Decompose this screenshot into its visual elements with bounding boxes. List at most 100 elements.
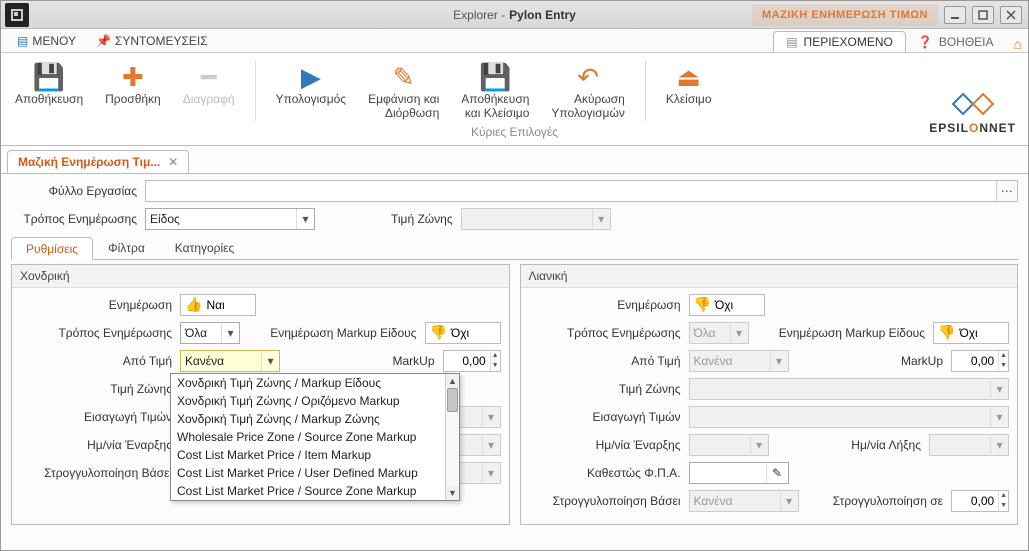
close-button[interactable] xyxy=(1000,6,1022,24)
w-update-field[interactable]: 👍 Ναι xyxy=(180,294,256,316)
w-from-price-dropdown[interactable]: Χονδρική Τιμή Ζώνης / Markup Είδους Χονδ… xyxy=(170,373,460,501)
r-start-date-combo: ▾ xyxy=(689,434,769,456)
w-markup-species-field[interactable]: 👎 Όχι xyxy=(425,322,501,344)
chevron-down-icon: ▾ xyxy=(990,407,1008,427)
dropdown-item[interactable]: Χονδρική Τιμή Ζώνης / Markup Είδους xyxy=(171,374,445,392)
dropdown-item[interactable]: Χονδρική Τιμή Ζώνης / Markup Ζώνης xyxy=(171,410,445,428)
minus-icon: ━ xyxy=(201,61,217,93)
headline-link[interactable]: ΜΑΖΙΚΗ ΕΝΗΜΕΡΩΣΗ ΤΙΜΩΝ xyxy=(752,4,938,26)
chevron-down-icon: ▾ xyxy=(482,463,500,483)
r-zone-price-label: Τιμή Ζώνης xyxy=(529,382,681,396)
pin-icon: 📌 xyxy=(96,34,111,48)
ribbon-add[interactable]: ✚ Προσθήκη xyxy=(99,59,167,123)
ribbon-group-label: Κύριες Επιλογές xyxy=(9,123,1020,143)
r-update-mode-combo: Όλα ▾ xyxy=(689,322,749,344)
r-rounding-to-field[interactable]: ▲▼ xyxy=(951,490,1009,512)
dropdown-item[interactable]: Cost List Market Price / Source Zone Mar… xyxy=(171,482,445,500)
chevron-down-icon[interactable]: ▾ xyxy=(296,209,314,229)
w-from-price-combo[interactable]: Κανένα ▾ xyxy=(180,350,280,372)
worksheet-label: Φύλλο Εργασίας xyxy=(11,184,137,198)
r-markup-species-label: Ενημέρωση Markup Είδους xyxy=(779,326,925,340)
pencil-icon: ✎ xyxy=(393,61,415,93)
update-mode-combo[interactable]: Είδος ▾ xyxy=(145,208,315,230)
thumb-down-icon: 👎 xyxy=(938,324,955,341)
w-markup-field[interactable]: ▲▼ xyxy=(443,350,501,372)
ribbon-cancel-calc[interactable]: ↶ Ακύρωση Υπολογισμών xyxy=(545,59,630,123)
r-import-prices-combo: ▾ xyxy=(689,406,1010,428)
chevron-down-icon: ▾ xyxy=(770,351,788,371)
ribbon-save-close[interactable]: 💾 Αποθήκευση και Κλείσιμο xyxy=(455,59,535,123)
edit-icon[interactable]: ✎ xyxy=(766,463,788,483)
menu-shortcuts[interactable]: 📌 ΣΥΝΤΟΜΕΥΣΕΙΣ xyxy=(86,29,218,52)
panel-wholesale: Χονδρική Ενημέρωση 👍 Ναι Τρόπος Ενημέρωσ… xyxy=(11,264,510,525)
r-rounding-base-label: Στρογγυλοποίηση Βάσει xyxy=(529,494,681,508)
r-end-date-label: Ημ/νία Λήξης xyxy=(851,438,921,452)
w-import-prices-label: Εισαγωγή Τιμών xyxy=(20,410,172,424)
dropdown-item[interactable]: Cost List Market Price / Item Markup xyxy=(171,446,445,464)
ribbon-show-fix[interactable]: ✎ Εμφάνιση και Διόρθωση xyxy=(362,59,445,123)
spin-up-icon[interactable]: ▲ xyxy=(491,351,500,361)
w-rounding-base-label: Στρογγυλοποίηση Βάσει xyxy=(20,466,172,480)
scroll-down-icon[interactable]: ▼ xyxy=(446,486,459,500)
zone-price-combo: ▾ xyxy=(461,208,611,230)
doc-tab-active[interactable]: Μαζική Ενημέρωση Τιμ... ✕ xyxy=(7,150,189,173)
r-update-mode-label: Τρόπος Ενημέρωσης xyxy=(529,326,681,340)
chevron-down-icon[interactable]: ▾ xyxy=(261,351,279,371)
ribbon-save[interactable]: 💾 Αποθήκευση xyxy=(9,59,89,123)
window: Explorer - Pylon Entry ΜΑΖΙΚΗ ΕΝΗΜΕΡΩΣΗ … xyxy=(0,0,1029,551)
r-from-price-combo: Κανένα ▾ xyxy=(689,350,789,372)
chevron-down-icon: ▾ xyxy=(780,491,798,511)
w-markup-input[interactable] xyxy=(444,354,490,368)
r-zone-price-combo: ▾ xyxy=(689,378,1010,400)
dropdown-scrollbar[interactable]: ▲ ▼ xyxy=(445,374,459,500)
tab-content[interactable]: ▤ ΠΕΡΙΕΧΟΜΕΝΟ xyxy=(773,31,906,52)
menu-main[interactable]: ▤ ΜΕΝΟΥ xyxy=(7,29,86,52)
worksheet-field[interactable]: ⋯ xyxy=(145,180,1018,202)
worksheet-lookup-icon[interactable]: ⋯ xyxy=(996,181,1017,201)
zone-price-label: Τιμή Ζώνης xyxy=(391,212,453,226)
minimize-button[interactable] xyxy=(944,6,966,24)
chevron-down-icon[interactable]: ▾ xyxy=(221,323,239,343)
r-update-field[interactable]: 👎 Όχι xyxy=(689,294,765,316)
ribbon-calc[interactable]: ▶ Υπολογισμός xyxy=(270,59,353,123)
worksheet-input[interactable] xyxy=(146,181,996,201)
r-markup-input xyxy=(952,354,998,368)
chevron-down-icon: ▾ xyxy=(750,435,768,455)
dropdown-item[interactable]: Wholesale Price Zone / Source Zone Marku… xyxy=(171,428,445,446)
update-mode-label: Τρόπος Ενημέρωσης xyxy=(11,212,137,226)
tab-categories[interactable]: Κατηγορίες xyxy=(160,236,250,259)
spin-down-icon: ▼ xyxy=(999,361,1008,371)
tab-help[interactable]: ❓ ΒΟΗΘΕΙΑ xyxy=(906,32,1006,52)
panel-retail: Λιανική Ενημέρωση 👎 Όχι Τρόπος Ενημέρωση… xyxy=(520,264,1019,525)
ribbon-delete: ━ Διαγραφή xyxy=(177,59,241,123)
maximize-button[interactable] xyxy=(972,6,994,24)
close-tab-icon[interactable]: ✕ xyxy=(168,155,178,169)
ribbon-close[interactable]: ⏏ Κλείσιμο xyxy=(660,59,718,123)
r-vat-status-combo[interactable]: ✎ xyxy=(689,462,789,484)
w-update-label: Ενημέρωση xyxy=(20,298,172,312)
r-markup-species-field[interactable]: 👎 Όχι xyxy=(933,322,1009,344)
document-tabs: Μαζική Ενημέρωση Τιμ... ✕ xyxy=(1,146,1028,174)
menu-icon: ▤ xyxy=(17,34,28,48)
wholesale-title: Χονδρική xyxy=(12,265,509,288)
r-vat-status-label: Καθεστώς Φ.Π.Α. xyxy=(529,466,681,480)
r-start-date-label: Ημ/νία Έναρξης xyxy=(529,438,681,452)
tab-settings[interactable]: Ρυθμίσεις xyxy=(11,237,93,260)
home-icon[interactable]: ⌂ xyxy=(1014,36,1022,52)
w-update-mode-combo[interactable]: Όλα ▾ xyxy=(180,322,240,344)
tab-filters[interactable]: Φίλτρα xyxy=(93,236,160,259)
r-markup-field[interactable]: ▲▼ xyxy=(951,350,1009,372)
dropdown-item[interactable]: Cost List Market Price / User Defined Ma… xyxy=(171,464,445,482)
scroll-up-icon[interactable]: ▲ xyxy=(446,374,459,388)
thumb-down-icon: 👎 xyxy=(694,296,711,313)
r-update-label: Ενημέρωση xyxy=(529,298,681,312)
spin-up-icon: ▲ xyxy=(999,491,1008,501)
w-markup-label: MarkUp xyxy=(392,354,434,368)
spin-down-icon[interactable]: ▼ xyxy=(491,361,500,371)
scroll-thumb[interactable] xyxy=(447,388,458,412)
eject-icon: ⏏ xyxy=(676,61,701,93)
chevron-down-icon: ▾ xyxy=(482,435,500,455)
dropdown-item[interactable]: Χονδρική Τιμή Ζώνης / Οριζόμενο Markup xyxy=(171,392,445,410)
r-markup-label: MarkUp xyxy=(901,354,943,368)
thumb-up-icon: 👍 xyxy=(185,296,202,313)
